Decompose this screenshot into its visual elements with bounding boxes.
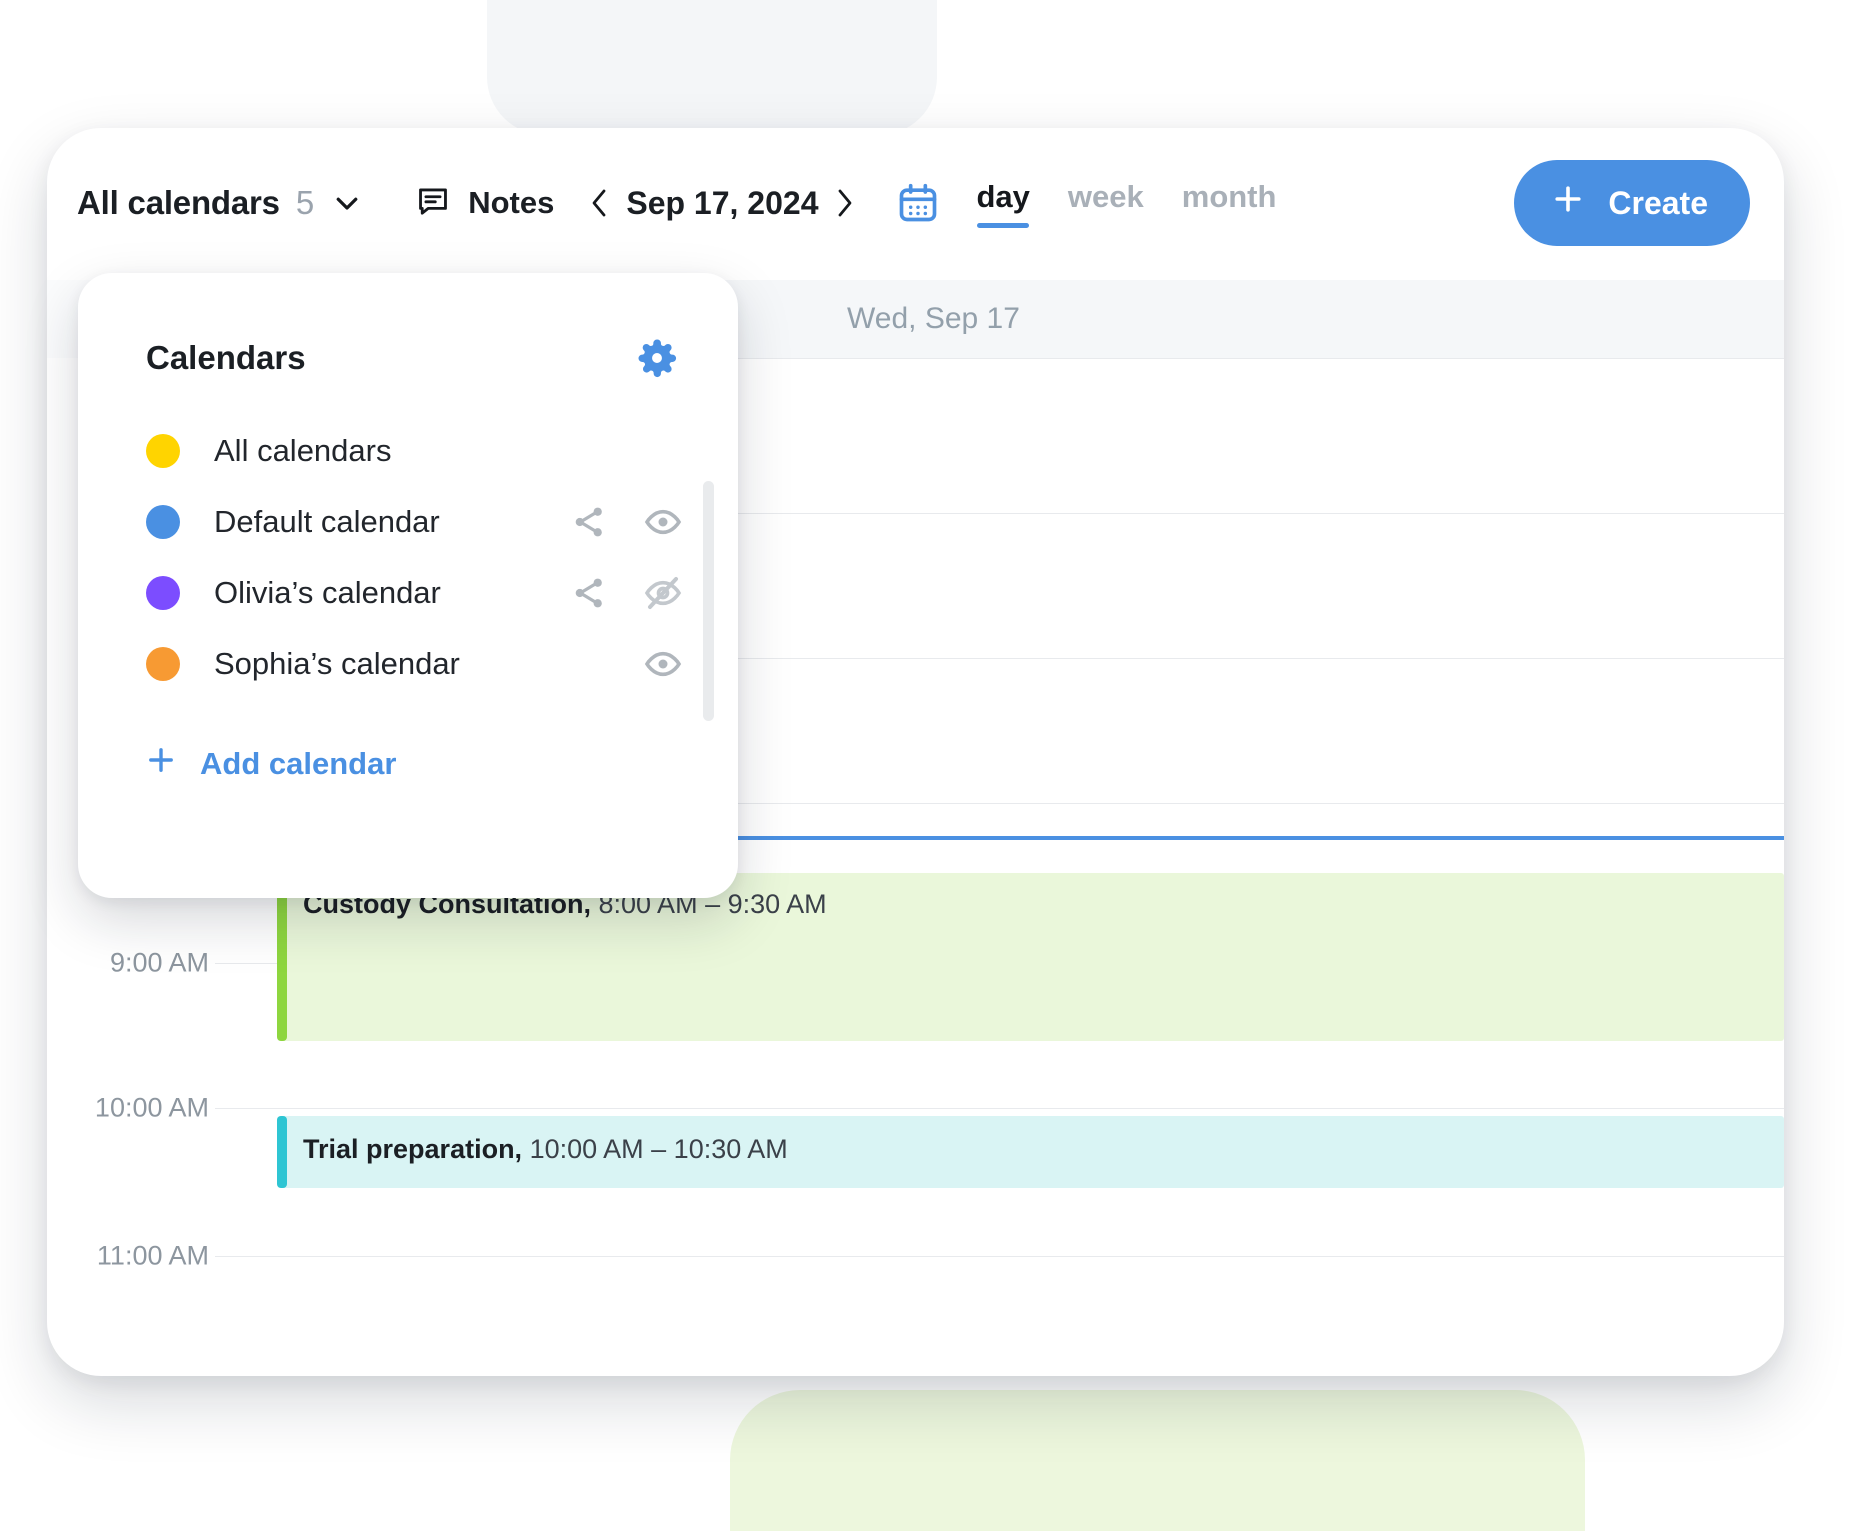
- notes-button[interactable]: Notes: [416, 184, 554, 223]
- share-icon[interactable]: [566, 499, 612, 545]
- calendar-list-item[interactable]: Default calendar: [146, 486, 686, 557]
- current-date-label[interactable]: Sep 17, 2024: [620, 185, 824, 222]
- event-block[interactable]: Custody Consultation, 8:00 AM – 9:30 AM: [277, 873, 1784, 1041]
- grid-line: [237, 1256, 1784, 1257]
- toolbar: All calendars 5 Notes Sep 17, 2024 day w…: [47, 128, 1784, 278]
- calendar-list-item[interactable]: All calendars: [146, 415, 686, 486]
- event-block[interactable]: Trial preparation, 10:00 AM – 10:30 AM: [277, 1116, 1784, 1188]
- tab-week[interactable]: week: [1068, 179, 1144, 228]
- screenshot-stage: All calendars 5 Notes Sep 17, 2024 day w…: [0, 0, 1868, 1531]
- notes-label: Notes: [468, 185, 555, 220]
- decorative-shape-top: [487, 0, 937, 135]
- event-accent-bar: [277, 1116, 287, 1188]
- chevron-right-icon[interactable]: [824, 180, 864, 226]
- eye-off-icon[interactable]: [640, 570, 686, 616]
- event-title: Trial preparation,: [303, 1134, 523, 1164]
- add-calendar-label: Add calendar: [200, 746, 397, 781]
- calendar-color-dot: [146, 646, 180, 681]
- popover-scrollbar[interactable]: [703, 481, 714, 721]
- plus-icon: [144, 743, 178, 785]
- add-calendar-button[interactable]: Add calendar: [144, 743, 738, 785]
- event-text: Trial preparation, 10:00 AM – 10:30 AM: [303, 1134, 1772, 1165]
- calendars-popover: Calendars All calendars Default calendar: [78, 273, 738, 898]
- tab-day[interactable]: day: [976, 179, 1030, 228]
- popover-title: Calendars: [146, 339, 306, 376]
- calendar-list-item[interactable]: Sophia’s calendar: [146, 628, 686, 699]
- decorative-shape-bottom: [730, 1390, 1585, 1531]
- view-switcher: day week month: [976, 179, 1276, 228]
- calendar-name: All calendars: [214, 432, 392, 468]
- time-label: 11:00 AM: [96, 1240, 209, 1271]
- popover-header: Calendars: [78, 273, 738, 381]
- calendar-icon[interactable]: [894, 179, 942, 227]
- calendar-list: All calendars Default calendar Olivia’s …: [78, 415, 738, 699]
- chevron-down-icon[interactable]: [332, 188, 362, 218]
- calendar-row-actions: [566, 641, 686, 687]
- plus-icon: [1550, 181, 1586, 225]
- create-label: Create: [1608, 184, 1708, 221]
- all-calendars-title[interactable]: All calendars: [77, 184, 280, 222]
- calendar-color-dot: [146, 575, 180, 610]
- eye-icon[interactable]: [640, 641, 686, 687]
- calendar-name: Default calendar: [214, 503, 440, 539]
- grid-line: [237, 1108, 1784, 1109]
- chevron-left-icon[interactable]: [580, 180, 620, 226]
- calendar-count: 5: [295, 184, 315, 221]
- eye-icon[interactable]: [640, 499, 686, 545]
- create-button[interactable]: Create: [1514, 160, 1750, 246]
- calendar-color-dot: [146, 433, 180, 468]
- gear-icon[interactable]: [634, 335, 680, 381]
- event-accent-bar: [277, 873, 287, 1041]
- share-icon[interactable]: [566, 570, 612, 616]
- tab-month[interactable]: month: [1182, 179, 1277, 228]
- calendar-name: Olivia’s calendar: [214, 574, 441, 610]
- calendar-row-actions: [566, 570, 686, 616]
- event-time: 10:00 AM – 10:30 AM: [529, 1134, 788, 1164]
- time-label: 9:00 AM: [109, 947, 209, 978]
- notes-icon: [416, 184, 450, 223]
- day-header-label: Wed, Sep 17: [847, 302, 1020, 335]
- calendar-row-actions: [566, 499, 686, 545]
- calendar-list-item[interactable]: Olivia’s calendar: [146, 557, 686, 628]
- calendar-color-dot: [146, 504, 180, 539]
- calendar-name: Sophia’s calendar: [214, 645, 460, 681]
- time-label: 10:00 AM: [94, 1092, 209, 1123]
